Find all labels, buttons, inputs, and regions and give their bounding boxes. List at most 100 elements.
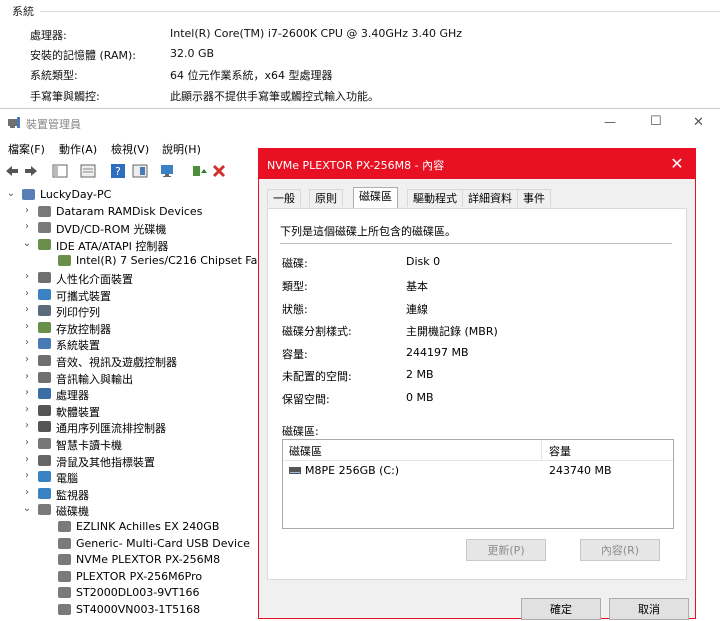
- help-icon[interactable]: ?: [110, 163, 126, 179]
- tab-policies[interactable]: 原則: [309, 189, 343, 207]
- mouse-icon: [38, 455, 51, 466]
- tree-item[interactable]: NVMe PLEXTOR PX-256M8: [0, 552, 258, 568]
- tree-item[interactable]: › Dataram RAMDisk Devices: [0, 204, 258, 220]
- properties-icon[interactable]: [132, 163, 148, 179]
- tab-events[interactable]: 事件: [517, 189, 551, 207]
- chevron-right-icon[interactable]: ›: [22, 371, 32, 382]
- tree-item-label: 監視器: [56, 489, 89, 502]
- tab-volumes[interactable]: 磁碟區: [353, 187, 398, 208]
- uninstall-device-icon[interactable]: [211, 163, 227, 179]
- tree-item[interactable]: › DVD/CD-ROM 光碟機: [0, 220, 258, 236]
- tree-item[interactable]: › 通用序列匯流排控制器: [0, 419, 258, 435]
- capacity-value: 244197 MB: [406, 346, 469, 359]
- disk-icon: [38, 206, 51, 217]
- tree-item[interactable]: › 存放控制器: [0, 320, 258, 336]
- tree-item[interactable]: ST2000DL003-9VT166: [0, 585, 258, 601]
- tree-item[interactable]: ⌄ IDE ATA/ATAPI 控制器: [0, 237, 258, 253]
- chevron-right-icon[interactable]: ›: [22, 420, 32, 431]
- tree-item[interactable]: ST4000VN003-1T5168: [0, 602, 258, 618]
- tree-item[interactable]: ⌄ 磁碟機: [0, 502, 258, 518]
- chevron-right-icon[interactable]: ›: [22, 470, 32, 481]
- update-driver-icon[interactable]: [191, 163, 207, 179]
- tree-item[interactable]: › 軟體裝置: [0, 403, 258, 419]
- tree-item[interactable]: › 處理器: [0, 386, 258, 402]
- system-type-value: 64 位元作業系統，x64 型處理器: [170, 69, 333, 82]
- back-arrow-icon[interactable]: [4, 163, 20, 179]
- svg-text:?: ?: [115, 165, 121, 178]
- unallocated-space-value: 2 MB: [406, 368, 434, 381]
- tree-item[interactable]: Generic- Multi-Card USB Device: [0, 536, 258, 552]
- disk-icon: [58, 521, 71, 532]
- dialog-close-button[interactable]: ✕: [667, 154, 687, 173]
- menu-action[interactable]: 動作(A): [59, 141, 97, 157]
- tree-item[interactable]: › 監視器: [0, 486, 258, 502]
- tree-item[interactable]: › 音訊輸入與輸出: [0, 370, 258, 386]
- chevron-down-icon[interactable]: ⌄: [22, 503, 32, 514]
- tree-item[interactable]: › 智慧卡讀卡機: [0, 436, 258, 452]
- volumes-table: 磁碟區 容量 M8PE 256GB (C:) 243740 MB: [282, 439, 674, 529]
- minimize-button[interactable]: —: [604, 115, 616, 129]
- chevron-right-icon[interactable]: ›: [22, 321, 32, 332]
- column-header-capacity[interactable]: 容量: [549, 443, 571, 459]
- window-close-button[interactable]: ✕: [693, 115, 704, 130]
- tree-item-label: ST2000DL003-9VT166: [76, 586, 200, 599]
- cancel-button[interactable]: 取消: [609, 598, 689, 620]
- tab-general[interactable]: 一般: [267, 189, 301, 207]
- properties-pane-icon[interactable]: [52, 163, 68, 179]
- column-separator[interactable]: [541, 440, 542, 460]
- chevron-right-icon[interactable]: ›: [22, 487, 32, 498]
- partition-style-label: 磁碟分割樣式:: [282, 325, 352, 338]
- menu-help[interactable]: 說明(H): [162, 141, 201, 157]
- status-value: 連線: [406, 303, 428, 316]
- menu-view[interactable]: 檢視(V): [111, 141, 149, 157]
- chevron-down-icon[interactable]: ⌄: [6, 188, 16, 199]
- disk-icon: [58, 554, 71, 565]
- chevron-right-icon[interactable]: ›: [22, 271, 32, 282]
- volume-properties-button[interactable]: 內容(R): [580, 539, 660, 561]
- forward-arrow-icon[interactable]: [23, 163, 39, 179]
- maximize-button[interactable]: ☐: [650, 114, 662, 129]
- chevron-right-icon[interactable]: ›: [22, 454, 32, 465]
- chevron-right-icon[interactable]: ›: [22, 337, 32, 348]
- smartcard-icon: [38, 438, 51, 449]
- tree-item[interactable]: › 列印佇列: [0, 303, 258, 319]
- chevron-right-icon[interactable]: ›: [22, 437, 32, 448]
- tree-item[interactable]: › 滑鼠及其他指標裝置: [0, 453, 258, 469]
- device-manager-titlebar[interactable]: 裝置管理員 — ☐ ✕: [0, 109, 720, 139]
- processor-label: 處理器:: [30, 29, 67, 42]
- panel-divider: [280, 243, 672, 244]
- ok-button[interactable]: 確定: [521, 598, 601, 620]
- chevron-right-icon[interactable]: ›: [22, 205, 32, 216]
- chevron-down-icon[interactable]: ⌄: [22, 238, 32, 249]
- tab-driver[interactable]: 驅動程式: [407, 189, 463, 207]
- show-hide-console-tree-icon[interactable]: [80, 163, 96, 179]
- table-row[interactable]: M8PE 256GB (C:) 243740 MB: [283, 462, 673, 480]
- tree-item[interactable]: › 人性化介面裝置: [0, 270, 258, 286]
- chevron-right-icon[interactable]: ›: [22, 221, 32, 232]
- tree-item[interactable]: › 音效、視訊及遊戲控制器: [0, 353, 258, 369]
- hid-icon: [38, 272, 51, 283]
- status-label: 狀態:: [282, 303, 308, 316]
- tree-item-label: 音訊輸入與輸出: [56, 373, 133, 386]
- tree-item[interactable]: EZLINK Achilles EX 240GB: [0, 519, 258, 535]
- chevron-right-icon[interactable]: ›: [22, 387, 32, 398]
- chevron-right-icon[interactable]: ›: [22, 304, 32, 315]
- refresh-button[interactable]: 更新(P): [466, 539, 546, 561]
- chevron-right-icon[interactable]: ›: [22, 288, 32, 299]
- chevron-right-icon[interactable]: ›: [22, 354, 32, 365]
- disk-icon: [58, 604, 71, 615]
- scan-hardware-icon[interactable]: [160, 163, 176, 179]
- volumes-description: 下列是這個磁碟上所包含的磁碟區。: [280, 225, 456, 238]
- tab-details[interactable]: 詳細資料: [462, 189, 518, 207]
- column-header-volume[interactable]: 磁碟區: [289, 443, 322, 459]
- dialog-titlebar[interactable]: NVMe PLEXTOR PX-256M8 - 內容 ✕: [259, 149, 695, 179]
- tree-item[interactable]: › 可攜式裝置: [0, 287, 258, 303]
- menu-file[interactable]: 檔案(F): [8, 141, 45, 157]
- tree-item[interactable]: › 電腦: [0, 469, 258, 485]
- tree-item[interactable]: PLEXTOR PX-256M6Pro: [0, 569, 258, 585]
- tree-item[interactable]: Intel(R) 7 Series/C216 Chipset Family SA…: [0, 253, 258, 269]
- chevron-right-icon[interactable]: ›: [22, 404, 32, 415]
- tree-item[interactable]: › 系統裝置: [0, 336, 258, 352]
- volume-capacity: 243740 MB: [549, 464, 612, 477]
- tree-root[interactable]: ⌄ LuckyDay-PC: [0, 187, 258, 203]
